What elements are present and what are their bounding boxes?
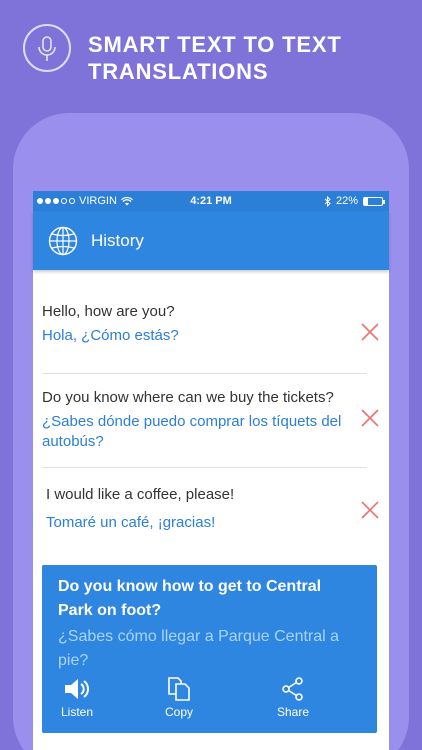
current-source-text: Do you know how to get to Central Park o… <box>58 578 322 619</box>
current-translation-text: ¿Sabes cómo llegar a Parque Central a pi… <box>58 628 340 669</box>
headline-line-2: TRANSLATIONS <box>88 59 269 84</box>
bluetooth-icon <box>324 195 331 207</box>
share-label: Share <box>276 705 310 719</box>
headline-line-1: SMART TEXT TO TEXT <box>88 32 342 57</box>
copy-label: Copy <box>164 705 193 719</box>
history-translation-text: Hola, ¿Cómo estás? <box>42 327 179 344</box>
promo-headline: SMART TEXT TO TEXT TRANSLATIONS <box>88 31 342 85</box>
page-title: History <box>91 231 144 250</box>
promo-banner: SMART TEXT TO TEXT TRANSLATIONS <box>0 0 422 100</box>
share-button[interactable]: Share <box>263 677 323 719</box>
history-item[interactable]: Hello, how are you? Hola, ¿Cómo estás? <box>33 302 389 362</box>
speaker-icon <box>65 679 89 699</box>
status-bar: VIRGIN 4:21 PM 22% <box>33 191 389 211</box>
current-translation-card: Do you know how to get to Central Park o… <box>42 565 377 733</box>
delete-icon[interactable] <box>361 501 379 519</box>
listen-button[interactable]: Listen <box>47 677 107 719</box>
history-item[interactable]: I would like a coffee, please! Tomaré un… <box>33 485 389 535</box>
history-source-text: Hello, how are you? <box>42 303 175 320</box>
globe-icon[interactable] <box>48 226 78 256</box>
history-translation-text: Tomaré un café, ¡gracias! <box>46 514 216 531</box>
app-header: History <box>33 211 389 270</box>
delete-icon[interactable] <box>361 409 379 427</box>
app-screen: VIRGIN 4:21 PM 22% History Hello, how ar… <box>33 191 389 750</box>
share-icon <box>282 677 303 701</box>
history-item[interactable]: Do you know where can we buy the tickets… <box>33 388 389 458</box>
microphone-icon <box>23 24 71 72</box>
battery-icon <box>363 196 385 206</box>
listen-label: Listen <box>60 705 94 719</box>
copy-button[interactable]: Copy <box>149 677 209 719</box>
history-source-text: Do you know where can we buy the tickets… <box>42 389 334 406</box>
history-translation-text: ¿Sabes dónde puedo comprar los tíquets d… <box>42 413 342 450</box>
delete-icon[interactable] <box>361 323 379 341</box>
divider <box>42 373 367 374</box>
battery-percent: 22% <box>335 195 358 207</box>
history-source-text: I would like a coffee, please! <box>46 486 235 503</box>
copy-icon <box>168 677 190 701</box>
divider <box>42 467 367 468</box>
